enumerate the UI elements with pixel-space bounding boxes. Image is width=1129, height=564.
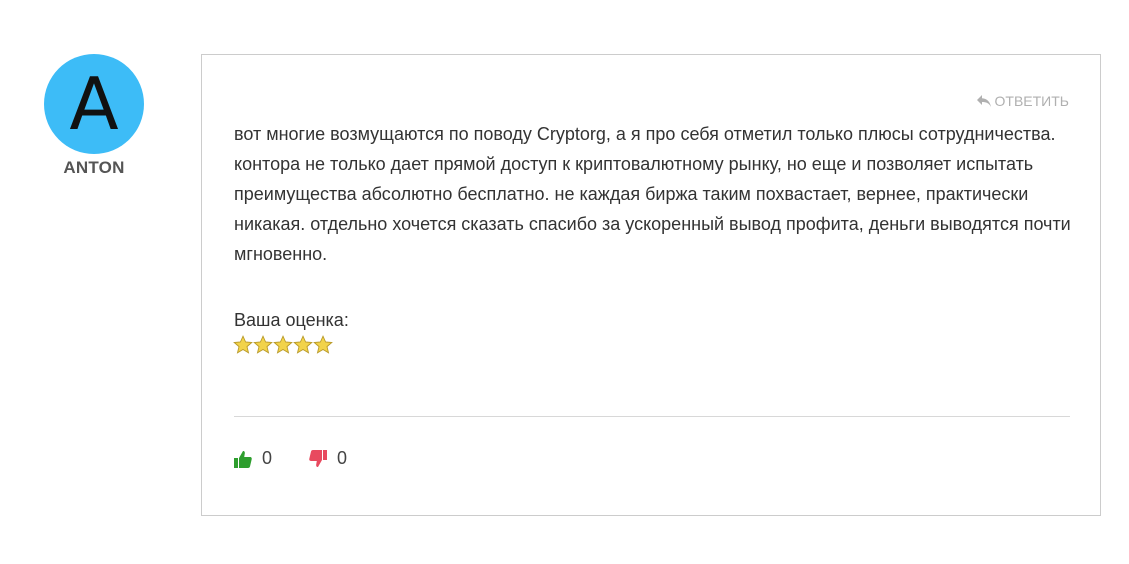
thumbs-down-icon — [308, 449, 328, 469]
comment-text: вот многие возмущаются по поводу Cryptor… — [234, 124, 1071, 264]
avatar-initial: A — [69, 62, 119, 146]
thumbs-up-icon — [233, 449, 253, 469]
author-avatar: A — [44, 54, 144, 154]
reply-button[interactable]: ОТВЕТИТЬ — [976, 93, 1069, 109]
like-button[interactable]: 0 — [233, 448, 272, 469]
reply-arrow-icon — [976, 94, 992, 108]
star-icon — [293, 335, 313, 354]
reply-label: ОТВЕТИТЬ — [994, 93, 1069, 109]
dislike-count: 0 — [337, 448, 348, 468]
author-name: ANTON — [63, 158, 125, 177]
star-icon — [273, 335, 293, 354]
star-icon — [313, 335, 333, 354]
like-count: 0 — [262, 448, 273, 468]
comment-card: ОТВЕТИТЬ вот многие возмущаются по повод… — [201, 54, 1101, 516]
rating-label: Ваша оценка: — [234, 310, 349, 330]
star-icon — [253, 335, 273, 354]
star-icon — [233, 335, 253, 354]
dislike-button[interactable]: 0 — [308, 448, 347, 469]
star-rating — [233, 335, 333, 355]
divider — [234, 416, 1070, 417]
